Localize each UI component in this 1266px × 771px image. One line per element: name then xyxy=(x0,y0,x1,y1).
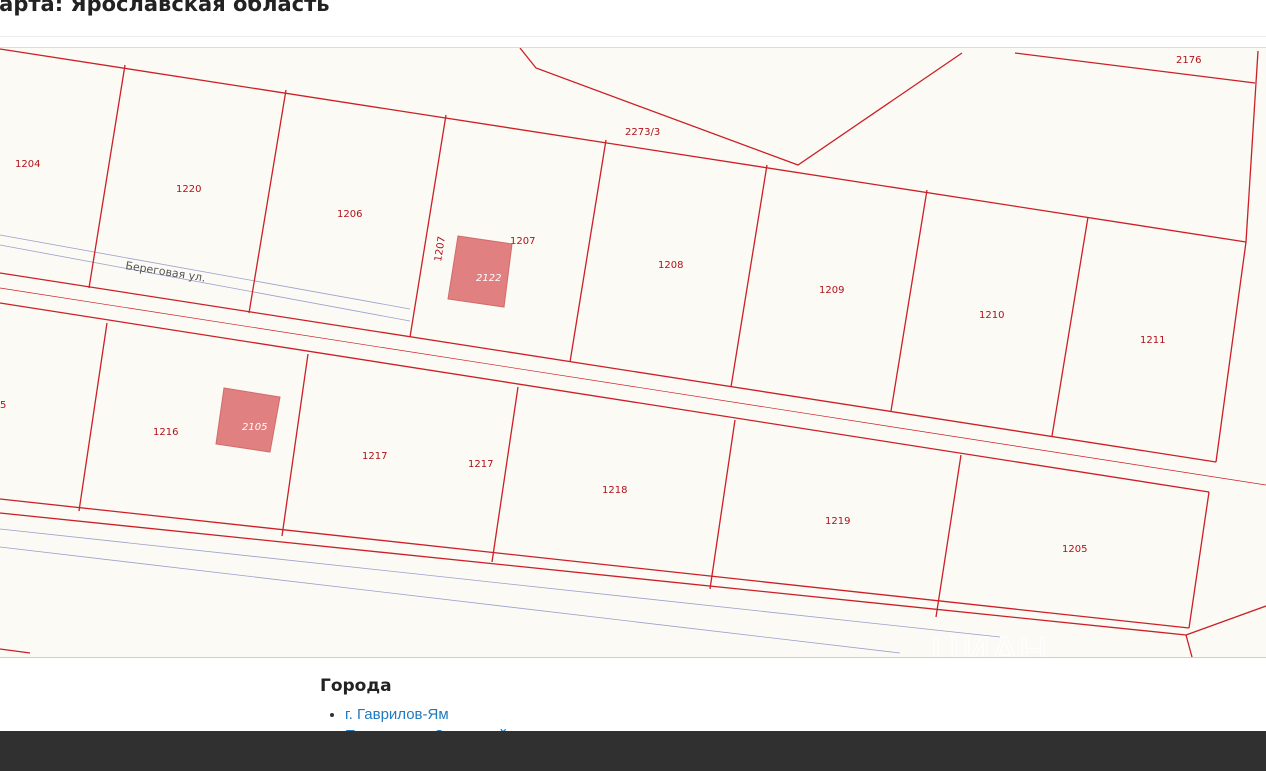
plot-label[interactable]: 1209 xyxy=(819,285,844,296)
plot-label[interactable]: 2176 xyxy=(1176,55,1201,66)
title-divider xyxy=(0,36,1266,37)
city-list-item: г. Гаврилов-Ям xyxy=(345,704,507,725)
building-shape xyxy=(447,235,513,308)
plot-label[interactable]: 1217 xyxy=(468,459,493,470)
plot-label[interactable]: 1210 xyxy=(979,310,1004,321)
city-link[interactable]: г. Гаврилов-Ям xyxy=(345,706,449,723)
plot-label[interactable]: 1204 xyxy=(15,159,40,170)
building-label: 2122 xyxy=(476,273,501,284)
plot-label[interactable]: 1216 xyxy=(153,427,178,438)
cadastral-map[interactable]: 2122 2105 Береговая ул. 2176 2273/3 1204… xyxy=(0,47,1266,658)
bottom-bar xyxy=(0,731,1266,771)
building-label: 2105 xyxy=(242,422,267,433)
plot-label[interactable]: 1208 xyxy=(658,260,683,271)
plot-label[interactable]: 1219 xyxy=(825,516,850,527)
page: Карта: Ярославская область 2122 2105 Бер… xyxy=(0,0,1266,771)
map-background xyxy=(0,48,1266,657)
plot-label[interactable]: 1205 xyxy=(1062,544,1087,555)
plot-label[interactable]: 5 xyxy=(0,400,6,411)
plot-label[interactable]: 1220 xyxy=(176,184,201,195)
plot-label[interactable]: 2273/3 xyxy=(625,127,660,138)
plot-label[interactable]: 1206 xyxy=(337,209,362,220)
building-shape xyxy=(215,387,281,453)
plot-label[interactable]: 1211 xyxy=(1140,335,1165,346)
map-watermark: ЦИАН xyxy=(930,630,1048,657)
plot-label[interactable]: 1207 xyxy=(510,236,535,247)
plot-label[interactable]: 1217 xyxy=(362,451,387,462)
page-title: Карта: Ярославская область xyxy=(0,0,330,16)
building-2122[interactable]: 2122 xyxy=(447,235,513,308)
cities-heading: Города xyxy=(320,676,392,696)
building-2105[interactable]: 2105 xyxy=(215,387,281,453)
plot-label[interactable]: 1218 xyxy=(602,485,627,496)
